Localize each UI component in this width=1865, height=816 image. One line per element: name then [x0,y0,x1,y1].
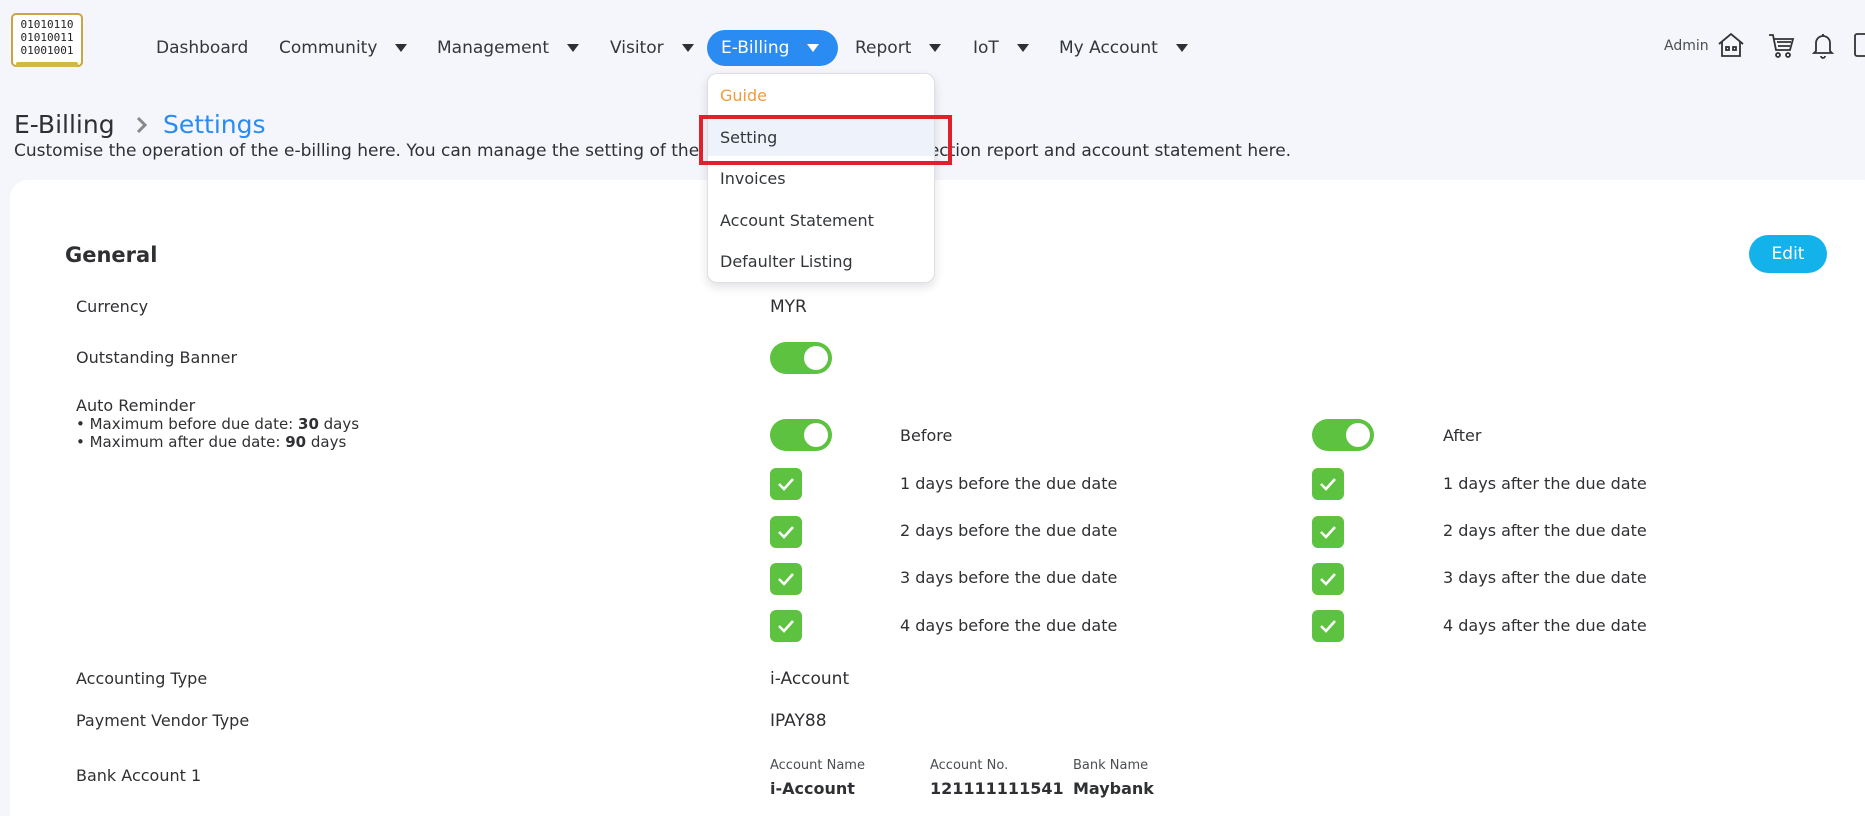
before-2-label: 2 days before the due date [900,521,1118,540]
currency-label: Currency [76,297,149,316]
payment-vendor-label: Payment Vendor Type [76,711,250,730]
check-icon [778,526,794,539]
max-after-note: • Maximum after due date: 90 days [76,433,347,451]
account-no-header: Account No. [930,758,1009,773]
nav-label: E-Billing [721,38,790,58]
edit-button[interactable]: Edit [1749,235,1827,273]
after-label: After [1443,426,1482,445]
svg-text:01010011: 01010011 [21,31,74,44]
before-4-label: 4 days before the due date [900,616,1118,635]
nav-label: My Account [1059,38,1158,58]
chevron-right-icon [135,116,149,134]
after-reminder-toggle[interactable] [1312,419,1374,451]
check-icon [1320,526,1336,539]
check-icon [778,478,794,491]
caret-down-icon [681,44,694,52]
check-icon [1320,620,1336,633]
settings-card [10,180,1865,816]
outstanding-banner-toggle[interactable] [770,342,832,374]
nav-label: Management [437,38,549,58]
svg-text:01001001: 01001001 [21,44,74,57]
after-1-checkbox[interactable] [1312,468,1344,500]
admin-label: Admin [1664,38,1709,54]
nav-e-billing[interactable]: E-Billing [707,30,838,66]
outstanding-banner-label: Outstanding Banner [76,348,238,367]
bank-name-header: Bank Name [1073,758,1149,773]
before-1-checkbox[interactable] [770,468,802,500]
nav-label: IoT [973,38,999,58]
account-no-value: 121111111541 [930,779,1064,798]
cart-icon[interactable] [1766,30,1796,60]
svg-text:01010110: 01010110 [21,18,74,31]
page-description: Customise the operation of the e-billing… [14,141,1291,161]
before-3-checkbox[interactable] [770,563,802,595]
caret-down-icon [1016,44,1029,52]
description-text: Customise the operation of the e-billing… [14,141,700,161]
before-label: Before [900,426,953,445]
nav-iot[interactable]: IoT [959,30,1043,66]
dropdown-item-guide[interactable]: Guide [708,76,934,114]
bank-name-value: Maybank [1073,779,1154,798]
after-4-checkbox[interactable] [1312,610,1344,642]
caret-down-icon [1175,44,1188,52]
nav-visitor[interactable]: Visitor [596,30,708,66]
nav-dashboard[interactable]: Dashboard [142,30,262,66]
nav-label: Visitor [610,38,664,58]
dropdown-item-account-statement[interactable]: Account Statement [708,201,934,239]
caret-down-icon [807,44,820,52]
bank-account-label: Bank Account 1 [76,766,202,785]
nav-community[interactable]: Community [265,30,421,66]
caret-down-icon [929,44,942,52]
nav-label: Community [279,38,378,58]
accounting-type-label: Accounting Type [76,669,208,688]
before-reminder-toggle[interactable] [770,419,832,451]
nav-my-account[interactable]: My Account [1045,30,1202,66]
check-icon [1320,478,1336,491]
auto-reminder-label: Auto Reminder [76,396,196,415]
breadcrumb-root[interactable]: E-Billing [14,110,115,139]
account-name-header: Account Name [770,758,865,773]
highlight-box [699,115,952,165]
logout-icon[interactable] [1852,30,1865,60]
nav-management[interactable]: Management [423,30,593,66]
e-billing-dropdown: Guide Setting Invoices Account Statement… [707,73,935,283]
breadcrumb-current: Settings [163,110,266,139]
nav-label: Report [855,38,912,58]
nav-report[interactable]: Report [841,30,955,66]
home-icon[interactable] [1716,30,1746,60]
before-3-label: 3 days before the due date [900,568,1118,587]
before-2-checkbox[interactable] [770,516,802,548]
caret-down-icon [395,44,408,52]
after-1-label: 1 days after the due date [1443,474,1647,493]
before-4-checkbox[interactable] [770,610,802,642]
before-1-label: 1 days before the due date [900,474,1118,493]
accounting-type-value: i-Account [770,669,850,689]
nav-label: Dashboard [156,38,249,58]
max-before-note: • Maximum before due date: 30 days [76,415,360,433]
account-name-value: i-Account [770,779,855,798]
dropdown-item-defaulter-listing[interactable]: Defaulter Listing [708,242,934,280]
after-3-label: 3 days after the due date [1443,568,1647,587]
check-icon [778,620,794,633]
section-title: General [65,243,158,267]
after-2-label: 2 days after the due date [1443,521,1647,540]
app-logo[interactable]: 01010110 01010011 01001001 [10,12,84,70]
check-icon [778,573,794,586]
payment-vendor-value: IPAY88 [770,711,827,731]
bell-icon[interactable] [1808,30,1838,60]
caret-down-icon [567,44,579,52]
after-2-checkbox[interactable] [1312,516,1344,548]
currency-value: MYR [770,297,807,317]
check-icon [1320,573,1336,586]
after-4-label: 4 days after the due date [1443,616,1647,635]
after-3-checkbox[interactable] [1312,563,1344,595]
